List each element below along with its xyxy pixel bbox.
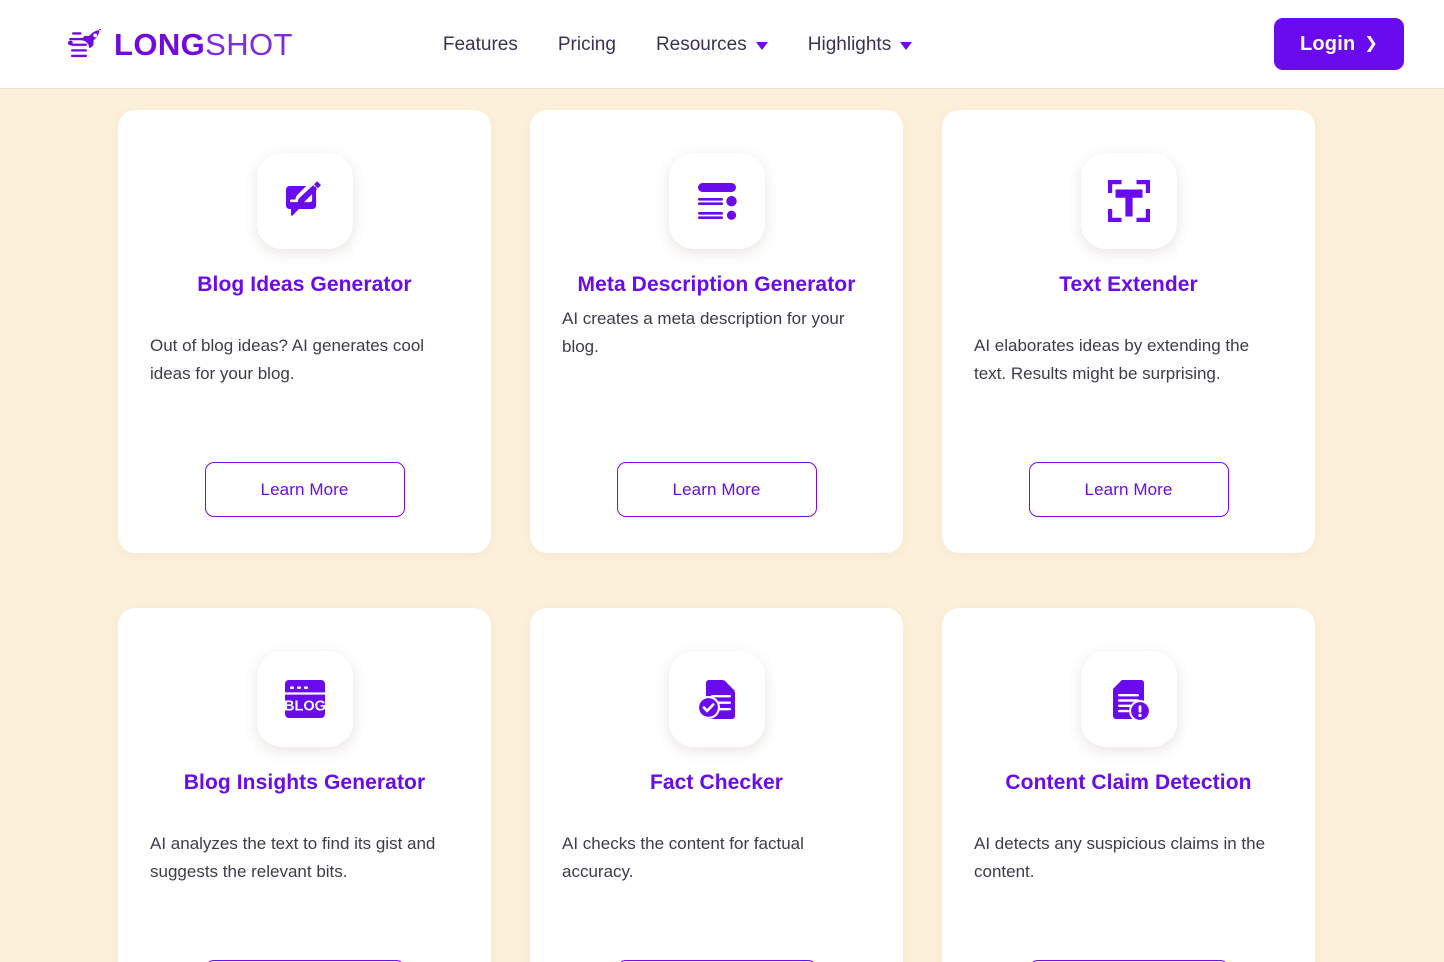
main-nav: Features Pricing Resources Highlights — [443, 33, 913, 55]
tool-card-title: Blog Insights Generator — [183, 771, 426, 794]
login-button[interactable]: Login ❯ — [1273, 18, 1404, 70]
rocket-lines-icon — [68, 29, 102, 58]
nav-label-highlights: Highlights — [807, 33, 892, 55]
tools-grid: Blog Ideas Generator Out of blog ideas? … — [118, 110, 1326, 962]
nav-item-highlights[interactable]: Highlights — [807, 33, 913, 55]
tool-icon-tile — [668, 651, 765, 747]
tool-card-title: Text Extender — [1059, 273, 1198, 296]
tool-card-title: Content Claim Detection — [1005, 771, 1252, 794]
brand-wordmark: LONGSHOT — [114, 29, 293, 60]
tool-icon-tile — [1080, 651, 1177, 747]
document-alert-icon — [1112, 680, 1151, 722]
tool-card-fact-checker[interactable]: Fact Checker AI checks the content for f… — [530, 608, 903, 962]
tool-card-description: AI detects any suspicious claims in the … — [974, 834, 1266, 881]
nav-item-resources[interactable]: Resources — [656, 35, 768, 54]
learn-more-button[interactable]: Learn More — [1028, 462, 1229, 517]
nav-label-resources: Resources — [655, 33, 747, 55]
svg-text:BLOG: BLOG — [284, 699, 326, 715]
learn-more-button[interactable]: Learn More — [616, 462, 817, 517]
browser-blog-icon: BLOG — [284, 680, 326, 718]
tool-card-description: AI elaborates ideas by extending the tex… — [974, 336, 1250, 383]
tool-card-title: Fact Checker — [649, 771, 784, 794]
tool-card-title: Meta Description Generator — [577, 273, 856, 296]
chevron-down-icon — [900, 42, 913, 50]
speech-bubble-pencil-icon — [285, 181, 321, 216]
brand-name-light: SHOT — [205, 26, 293, 62]
brand-logo[interactable]: LONGSHOT — [68, 29, 293, 60]
tool-card-text-extender[interactable]: Text Extender AI elaborates ideas by ext… — [942, 110, 1315, 553]
tool-card-description: AI creates a meta description for your b… — [562, 309, 845, 356]
tool-card-blog-insights-generator[interactable]: BLOG Blog Insights Generator AI analyzes… — [118, 608, 491, 962]
tool-card-description: AI checks the content for factual accura… — [562, 834, 804, 881]
tool-card-description: Out of blog ideas? AI generates cool ide… — [150, 336, 425, 383]
tools-section: Blog Ideas Generator Out of blog ideas? … — [0, 89, 1444, 962]
brand-name-bold: LONG — [114, 26, 206, 62]
chevron-down-icon — [755, 42, 768, 50]
tool-card-meta-description-generator[interactable]: Meta Description Generator AI creates a … — [530, 110, 903, 553]
nav-item-pricing[interactable]: Pricing — [558, 35, 616, 54]
site-header: LONGSHOT Features Pricing Resources High… — [0, 0, 1444, 89]
tool-card-title: Blog Ideas Generator — [197, 273, 412, 296]
login-button-label: Login — [1299, 32, 1356, 55]
nav-label-features: Features — [442, 33, 518, 55]
tool-icon-tile — [668, 153, 765, 249]
nav-item-features[interactable]: Features — [443, 35, 518, 54]
nav-label-pricing: Pricing — [557, 33, 616, 55]
learn-more-button[interactable]: Learn More — [204, 462, 405, 517]
chevron-right-icon: ❯ — [1364, 35, 1378, 52]
text-extend-bracket-icon — [1107, 180, 1150, 222]
tool-card-blog-ideas-generator[interactable]: Blog Ideas Generator Out of blog ideas? … — [118, 110, 491, 553]
tool-icon-tile — [1080, 153, 1177, 249]
tool-icon-tile: BLOG — [256, 651, 353, 747]
document-check-icon — [696, 680, 735, 719]
tool-icon-tile — [256, 153, 353, 249]
tool-card-content-claim-detection[interactable]: Content Claim Detection AI detects any s… — [942, 608, 1315, 962]
tool-card-description: AI analyzes the text to find its gist an… — [150, 834, 436, 881]
meta-list-icon — [697, 183, 737, 220]
